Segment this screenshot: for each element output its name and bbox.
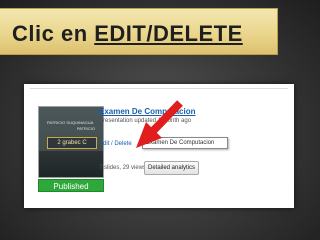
thumbnail-line-1: PATRICIO SUQUINAGUA — [47, 120, 94, 125]
embedded-screenshot: PATRICIO SUQUINAGUA PATRICIO 2 grabec C … — [24, 84, 294, 208]
slide-title-emphasis: EDIT/DELETE — [94, 21, 243, 46]
presentation-title-link[interactable]: Examen De Computacion — [99, 107, 195, 116]
thumbnail-line-2: PATRICIO — [76, 126, 95, 131]
slide-title: Clic en EDIT/DELETE — [12, 21, 243, 47]
thumbnail-stripe — [39, 151, 103, 177]
slide-title-prefix: Clic en — [12, 21, 95, 46]
status-badge: Published — [38, 179, 104, 192]
thumbnail-box: 2 grabec C — [47, 137, 97, 149]
detailed-analytics-button[interactable]: Detailed analytics — [144, 161, 199, 175]
divider — [30, 88, 288, 89]
slide-title-banner: Clic en EDIT/DELETE — [0, 8, 278, 55]
tooltip: Examen De Computacion — [142, 137, 228, 149]
presentation-thumbnail[interactable]: PATRICIO SUQUINAGUA PATRICIO 2 grabec C — [38, 106, 104, 178]
presentation-stats: 7 slides, 29 views — [99, 165, 147, 171]
edit-delete-link[interactable]: Edit / Delete — [99, 141, 132, 147]
presentation-subtitle: Presentation updated 1 month ago — [99, 118, 192, 124]
